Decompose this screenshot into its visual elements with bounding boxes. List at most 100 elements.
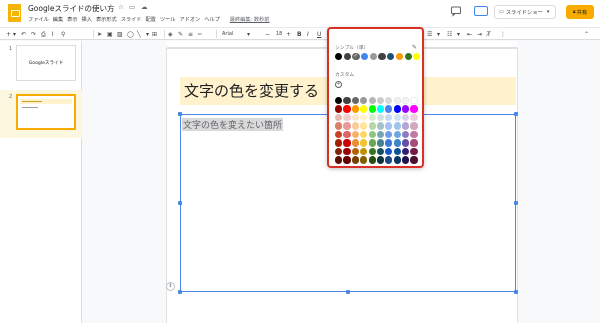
comment-icon[interactable] (450, 5, 462, 17)
increase-font-size-icon[interactable]: + (286, 30, 291, 39)
menu-tools[interactable]: ツール (160, 16, 176, 25)
slideshow-button[interactable]: ▭ スライドショー ▾ (494, 5, 556, 19)
resize-handle[interactable] (178, 112, 182, 116)
menu-file[interactable]: ファイル (28, 16, 49, 25)
color-swatch[interactable] (335, 139, 343, 147)
resize-handle[interactable] (346, 290, 350, 294)
color-swatch[interactable] (368, 113, 376, 122)
color-swatch[interactable] (376, 105, 385, 113)
decrease-font-size-icon[interactable]: − (265, 30, 270, 39)
undo-icon[interactable]: ↶ (21, 30, 26, 39)
color-swatch[interactable] (402, 113, 410, 122)
menu-insert[interactable]: 挿入 (82, 16, 92, 25)
color-swatch[interactable] (351, 139, 359, 147)
slide-thumbnail-2[interactable] (16, 94, 76, 130)
color-swatch[interactable] (368, 105, 376, 113)
color-swatch[interactable] (360, 122, 368, 130)
color-swatch[interactable] (335, 97, 343, 105)
color-swatch[interactable] (402, 147, 410, 156)
chevron-down-icon[interactable]: ▾ (437, 30, 440, 39)
color-swatch[interactable] (402, 122, 410, 130)
color-swatch[interactable] (376, 139, 385, 147)
color-swatch[interactable] (404, 53, 412, 61)
resize-handle[interactable] (514, 112, 518, 116)
print-icon[interactable]: ⎙ (41, 30, 46, 39)
color-swatch[interactable] (393, 97, 401, 105)
color-swatch[interactable] (393, 113, 401, 122)
color-swatch[interactable] (368, 122, 376, 130)
color-swatch[interactable] (343, 97, 351, 105)
color-swatch[interactable] (343, 139, 351, 147)
chevron-down-icon[interactable]: ▾ (457, 30, 460, 39)
color-swatch[interactable] (351, 113, 359, 122)
chevron-down-icon[interactable]: ▾ (146, 30, 149, 39)
color-swatch[interactable] (393, 105, 401, 113)
color-swatch[interactable] (335, 122, 343, 130)
slides-logo-icon[interactable] (8, 4, 21, 22)
fill-color-icon[interactable]: ◈ (168, 30, 173, 39)
color-swatch[interactable] (402, 130, 410, 139)
image-icon[interactable]: ▨ (117, 30, 123, 39)
color-swatch[interactable] (378, 53, 386, 61)
color-swatch[interactable] (368, 97, 376, 105)
color-swatch[interactable] (410, 139, 418, 147)
color-swatch[interactable] (395, 53, 403, 61)
shape-icon[interactable]: ◯ (127, 30, 134, 39)
color-swatch[interactable] (335, 113, 343, 122)
color-swatch[interactable] (360, 105, 368, 113)
menu-slide[interactable]: スライド (121, 16, 142, 25)
italic-icon[interactable]: I (307, 30, 309, 39)
font-size-field[interactable]: 18 (276, 30, 282, 39)
color-swatch[interactable] (368, 156, 376, 164)
color-swatch[interactable] (368, 147, 376, 156)
color-swatch[interactable] (368, 130, 376, 139)
zoom-icon[interactable]: ⚲ (61, 30, 65, 39)
color-swatch[interactable] (360, 113, 368, 122)
color-swatch[interactable] (351, 122, 359, 130)
color-swatch[interactable] (385, 156, 393, 164)
color-swatch[interactable] (393, 122, 401, 130)
color-swatch[interactable] (410, 122, 418, 130)
color-swatch[interactable] (360, 147, 368, 156)
speaker-notes-toggle-icon[interactable]: ⇕ (166, 282, 175, 291)
color-swatch[interactable] (335, 130, 343, 139)
color-swatch[interactable] (360, 97, 368, 105)
color-swatch[interactable] (402, 156, 410, 164)
star-icon[interactable]: ☆ (118, 3, 124, 11)
color-swatch[interactable] (351, 147, 359, 156)
color-swatch[interactable] (393, 130, 401, 139)
color-swatch[interactable] (335, 53, 343, 61)
menu-addons[interactable]: アドオン (179, 16, 200, 25)
line-icon[interactable]: ╲ (137, 30, 141, 39)
color-swatch[interactable] (335, 147, 343, 156)
border-weight-icon[interactable]: ≡ (188, 30, 193, 39)
color-swatch[interactable] (385, 105, 393, 113)
color-swatch[interactable] (410, 113, 418, 122)
cloud-status-icon[interactable]: ☁ (141, 3, 148, 11)
color-swatch[interactable] (376, 147, 385, 156)
color-swatch[interactable] (335, 105, 343, 113)
text-box-icon[interactable]: ▣ (107, 30, 113, 39)
line-spacing-icon[interactable]: ☰ (427, 30, 432, 39)
color-swatch[interactable] (387, 53, 395, 61)
selected-body-text[interactable]: 文字の色を変えたい箇所 (182, 118, 284, 131)
color-swatch[interactable] (376, 156, 385, 164)
color-swatch[interactable] (385, 122, 393, 130)
color-swatch[interactable] (376, 122, 385, 130)
chevron-down-icon[interactable]: ▾ (247, 30, 250, 39)
color-swatch[interactable] (335, 156, 343, 164)
underline-icon[interactable]: U (317, 30, 321, 39)
collapse-toolbar-icon[interactable]: ⌃ (584, 30, 589, 39)
color-swatch[interactable] (376, 97, 385, 105)
comment-add-icon[interactable]: ⊞ (152, 30, 157, 39)
color-swatch[interactable] (360, 156, 368, 164)
color-swatch[interactable] (410, 130, 418, 139)
color-swatch[interactable] (376, 113, 385, 122)
color-swatch[interactable] (413, 53, 421, 61)
color-swatch[interactable] (343, 147, 351, 156)
color-swatch[interactable] (343, 130, 351, 139)
color-swatch[interactable] (385, 130, 393, 139)
color-swatch[interactable] (402, 139, 410, 147)
move-folder-icon[interactable]: ▭ (129, 3, 135, 11)
color-swatch[interactable] (376, 130, 385, 139)
